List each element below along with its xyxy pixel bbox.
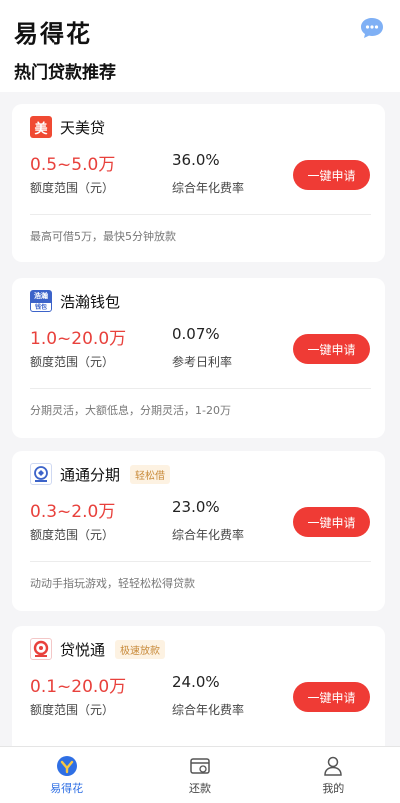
rate-label: 综合年化费率 bbox=[172, 181, 245, 195]
product-name: 浩瀚钱包 bbox=[60, 292, 121, 311]
divider bbox=[30, 214, 371, 215]
product-desc: 最高可借5万，最快5分钟放款 bbox=[30, 230, 176, 243]
rate-label: 参考日利率 bbox=[172, 355, 233, 369]
amount-range: 0.5~5.0万 bbox=[30, 155, 116, 175]
amount-range: 1.0~20.0万 bbox=[30, 329, 127, 349]
user-icon bbox=[324, 756, 343, 776]
tab-label: 我的 bbox=[322, 782, 345, 795]
section-title: 热门贷款推荐 bbox=[14, 63, 116, 83]
tab-mine[interactable]: 我的 bbox=[267, 747, 400, 803]
home-icon bbox=[56, 756, 77, 776]
amount-range: 0.1~20.0万 bbox=[30, 677, 127, 697]
divider bbox=[30, 388, 371, 389]
amount-label: 额度范围（元） bbox=[30, 355, 115, 369]
product-tag: 极速放款 bbox=[115, 639, 166, 659]
repay-icon bbox=[190, 758, 210, 774]
product-name: 通通分期 bbox=[60, 465, 121, 484]
card-header: 贷悦通 极速放款 bbox=[30, 636, 166, 662]
card-header: 美 天美贷 bbox=[30, 114, 105, 140]
product-desc: 动动手指玩游戏，轻轻松松得贷款 bbox=[30, 577, 195, 590]
tab-home[interactable]: 易得花 bbox=[0, 747, 133, 803]
apply-button[interactable]: 一键申请 bbox=[293, 334, 370, 364]
rate-value: 0.07% bbox=[172, 325, 220, 343]
apply-button[interactable]: 一键申请 bbox=[293, 160, 370, 190]
tab-label: 还款 bbox=[188, 782, 211, 795]
rate-value: 36.0% bbox=[172, 151, 220, 169]
card-header: 浩瀚 钱包 浩瀚钱包 bbox=[30, 288, 120, 314]
app-title: 易得花 bbox=[14, 20, 92, 48]
amount-label: 额度范围（元） bbox=[30, 528, 115, 542]
amount-label: 额度范围（元） bbox=[30, 703, 115, 717]
tab-repay[interactable]: 还款 bbox=[133, 747, 266, 803]
header: 易得花 热门贷款推荐 bbox=[0, 0, 400, 92]
product-name: 贷悦通 bbox=[60, 640, 106, 659]
daiyuetong-logo-icon bbox=[30, 638, 52, 660]
tab-label: 易得花 bbox=[50, 782, 84, 795]
product-name: 天美贷 bbox=[60, 118, 106, 137]
card-header: 通通分期 轻松借 bbox=[30, 461, 171, 487]
bottom-tab-bar: 易得花 还款 我的 bbox=[0, 746, 400, 803]
loan-card-tongtong[interactable]: 通通分期 轻松借 0.3~2.0万 额度范围（元） 23.0% 综合年化费率 一… bbox=[12, 451, 385, 611]
divider bbox=[30, 561, 371, 562]
product-tag: 轻松借 bbox=[130, 464, 171, 484]
rate-label: 综合年化费率 bbox=[172, 703, 245, 717]
tongtong-logo-icon bbox=[30, 463, 52, 485]
product-desc: 分期灵活，大额低息，分期灵活，1-20万 bbox=[30, 404, 231, 417]
loan-card-tianmeidai[interactable]: 美 天美贷 0.5~5.0万 额度范围（元） 36.0% 综合年化费率 一键申请… bbox=[12, 104, 385, 262]
haohan-logo-icon: 浩瀚 钱包 bbox=[30, 290, 52, 312]
loan-card-haohan[interactable]: 浩瀚 钱包 浩瀚钱包 1.0~20.0万 额度范围（元） 0.07% 参考日利率… bbox=[12, 278, 385, 438]
apply-button[interactable]: 一键申请 bbox=[293, 507, 370, 537]
rate-label: 综合年化费率 bbox=[172, 528, 245, 542]
apply-button[interactable]: 一键申请 bbox=[293, 682, 370, 712]
rate-value: 24.0% bbox=[172, 673, 220, 691]
amount-range: 0.3~2.0万 bbox=[30, 502, 116, 522]
chat-bubble-icon[interactable] bbox=[360, 17, 384, 39]
amount-label: 额度范围（元） bbox=[30, 181, 115, 195]
tianmeidai-logo-icon: 美 bbox=[30, 116, 52, 138]
rate-value: 23.0% bbox=[172, 498, 220, 516]
